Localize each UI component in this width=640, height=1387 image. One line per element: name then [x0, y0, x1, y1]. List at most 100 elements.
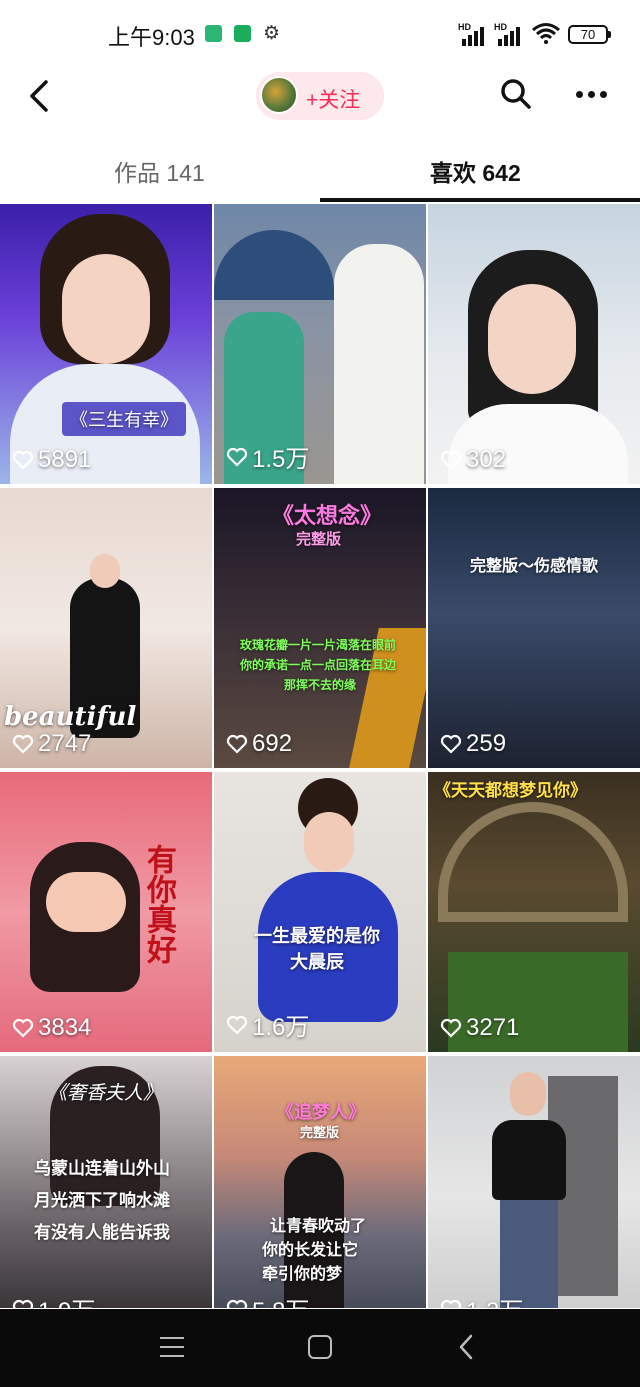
video-caption: 《奢香夫人》	[48, 1083, 163, 1104]
like-count-value: 692	[252, 730, 293, 757]
chat-notification-icon	[234, 25, 251, 42]
heart-icon	[440, 450, 462, 470]
lyric-line: 牵引你的梦	[262, 1266, 343, 1283]
heart-icon	[226, 1015, 248, 1035]
follow-button[interactable]: +关注	[256, 72, 384, 120]
video-tile[interactable]: 有你真好 3834	[0, 772, 212, 1052]
heart-icon	[12, 734, 34, 754]
lyric-line: 你的承诺一点一点回落在耳边	[240, 658, 397, 672]
video-subcaption: 完整版	[296, 531, 342, 548]
like-count: 1.6万	[226, 1007, 309, 1042]
cell-signal-icon: HD	[458, 22, 490, 46]
battery-indicator: 70	[568, 25, 611, 44]
heart-icon	[226, 1299, 248, 1308]
tab-likes[interactable]: 喜欢 642	[430, 154, 521, 188]
lyric-line: 那挥不去的缘	[284, 678, 357, 692]
video-tile[interactable]: 302	[428, 204, 640, 484]
video-tile[interactable]: 一生最爱的是你 大晨辰 1.6万	[214, 772, 426, 1052]
video-tile[interactable]: 1.3万	[428, 1056, 640, 1308]
video-caption: beautiful	[4, 702, 137, 732]
video-caption: 《太想念》	[272, 503, 383, 528]
cell-signal-icon-2: HD	[494, 22, 526, 46]
avatar[interactable]	[260, 76, 298, 114]
video-tile[interactable]: 1.5万	[214, 204, 426, 484]
video-caption: 完整版～伤感情歌	[470, 558, 599, 575]
lyric-line: 乌蒙山连着山外山	[34, 1159, 170, 1178]
like-count: 1.5万	[226, 439, 309, 474]
like-count: 2747	[12, 730, 91, 758]
thumbnail-face	[488, 284, 576, 394]
like-count: 259	[440, 730, 506, 758]
thumbnail-face	[510, 1072, 546, 1116]
video-tile[interactable]: 完整版～伤感情歌 259	[428, 488, 640, 768]
like-count-value: 5.8万	[252, 1291, 309, 1308]
lyric-line: 你的长发让它	[262, 1242, 359, 1259]
tab-works[interactable]: 作品 141	[114, 154, 205, 188]
follow-label: +关注	[306, 89, 361, 112]
lyric-line: 月光洒下了响水滩	[34, 1191, 170, 1210]
like-count-value: 3271	[466, 1014, 520, 1041]
profile-header: +关注	[0, 66, 640, 128]
like-count-value: 1.6万	[252, 1014, 310, 1041]
wifi-icon	[532, 23, 560, 44]
video-tile[interactable]: 《太想念》 完整版 玫瑰花瓣一片一片渴落在眼前 你的承诺一点一点回落在耳边 那挥…	[214, 488, 426, 768]
thumbnail-body	[492, 1120, 566, 1200]
heart-icon	[440, 1299, 462, 1308]
back-arrow-icon[interactable]	[22, 74, 58, 118]
like-count-value: 1.5万	[252, 446, 310, 473]
heart-icon	[226, 447, 248, 467]
video-tile[interactable]: 《三生有幸》 5891	[0, 204, 212, 484]
gear-icon: ⚙	[263, 23, 281, 44]
video-caption: 《三生有幸》	[62, 402, 186, 436]
like-count-value: 5891	[38, 446, 92, 473]
thumbnail-faces	[46, 872, 126, 932]
like-count: 692	[226, 730, 292, 758]
status-bar: 上午9:03 ⚙ HD HD 70	[0, 0, 640, 66]
like-count: 3271	[440, 1014, 519, 1042]
video-caption: 《追梦人》	[276, 1102, 366, 1122]
search-icon[interactable]	[500, 78, 532, 110]
menu-icon[interactable]	[160, 1337, 184, 1357]
video-tile[interactable]: 《奢香夫人》 乌蒙山连着山外山 月光洒下了响水滩 有没有人能告诉我 1.9万	[0, 1056, 212, 1308]
thumbnail-umbrella	[214, 230, 334, 300]
heart-icon	[226, 734, 248, 754]
video-subcaption: 大晨辰	[290, 952, 344, 972]
like-count: 5891	[12, 446, 91, 474]
video-caption: 《天天都想梦见你》	[434, 781, 587, 800]
video-tile[interactable]: 《追梦人》 完整版 让青春吹动了 你的长发让它 牵引你的梦 5.8万	[214, 1056, 426, 1308]
thumbnail-arch	[438, 802, 628, 922]
video-tile[interactable]: beautiful 2747	[0, 488, 212, 768]
video-tile[interactable]: 《天天都想梦见你》 3271	[428, 772, 640, 1052]
heart-icon	[12, 450, 34, 470]
tab-active-indicator	[320, 198, 640, 202]
video-subcaption: 完整版	[300, 1125, 340, 1140]
app-notification-icon	[205, 25, 222, 42]
like-count-value: 2747	[38, 730, 92, 757]
system-nav-bar	[0, 1309, 640, 1387]
heart-icon	[440, 734, 462, 754]
like-count: 1.3万	[440, 1291, 523, 1308]
video-caption: 一生最爱的是你	[254, 926, 380, 946]
thumbnail-singer-2	[334, 244, 424, 484]
like-count: 1.9万	[12, 1291, 95, 1308]
lyric-line: 玫瑰花瓣一片一片渴落在眼前	[240, 638, 397, 652]
video-grid: 《三生有幸》 5891 1.5万 302 beautiful 2747 《太想念…	[0, 204, 640, 1308]
back-icon[interactable]	[456, 1333, 476, 1361]
like-count: 5.8万	[226, 1291, 309, 1308]
like-count-value: 3834	[38, 1014, 92, 1041]
thumbnail-face	[90, 554, 120, 588]
heart-icon	[12, 1018, 34, 1038]
home-icon[interactable]	[308, 1335, 332, 1359]
like-count-value: 302	[466, 446, 507, 473]
thumbnail-face	[304, 812, 354, 872]
lyric-line: 有没有人能告诉我	[34, 1223, 170, 1242]
like-count: 302	[440, 446, 506, 474]
like-count: 3834	[12, 1014, 91, 1042]
tab-bar: 作品 141 喜欢 642	[0, 140, 640, 202]
lyric-line: 让青春吹动了	[270, 1218, 367, 1235]
more-options-icon[interactable]	[576, 84, 612, 104]
like-count-value: 1.3万	[466, 1291, 523, 1308]
like-count-value: 1.9万	[38, 1291, 95, 1308]
heart-icon	[440, 1018, 462, 1038]
heart-icon	[12, 1299, 34, 1308]
